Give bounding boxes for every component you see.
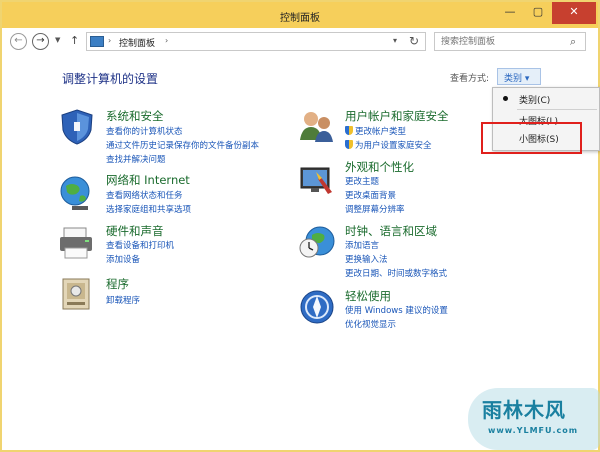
menu-separator	[517, 109, 597, 110]
address-dropdown-icon[interactable]: ▾	[393, 36, 397, 45]
uac-shield-icon	[345, 126, 353, 135]
annotation-highlight-box	[481, 122, 582, 154]
refresh-icon[interactable]: ↻	[409, 34, 419, 48]
selected-radio-dot-icon	[503, 96, 508, 101]
link-network-status[interactable]: 查看网络状态和任务	[106, 189, 183, 201]
link-file-history-backup[interactable]: 通过文件历史记录保存你的文件备份副本	[106, 139, 259, 151]
control-panel-icon	[90, 36, 104, 47]
title-bar[interactable]: 控制面板 — ▢ ✕	[2, 2, 598, 28]
category-hardware-sound[interactable]: 硬件和声音	[106, 223, 164, 239]
breadcrumb-control-panel[interactable]: 控制面板	[119, 36, 155, 49]
menu-item-category[interactable]: 类别(C)	[493, 90, 599, 108]
link-change-desktop-background[interactable]: 更改桌面背景	[345, 189, 396, 201]
view-by-label: 查看方式:	[450, 74, 490, 84]
category-ease-of-access[interactable]: 轻松使用	[345, 288, 391, 304]
category-system-security[interactable]: 系统和安全	[106, 108, 164, 124]
close-button[interactable]: ✕	[552, 2, 596, 24]
search-box[interactable]: ⌕	[434, 32, 586, 51]
link-change-account-type[interactable]: 更改帐户类型	[345, 125, 406, 137]
category-appearance[interactable]: 外观和个性化	[345, 159, 414, 175]
printer-hardware-icon[interactable]	[58, 224, 96, 262]
watermark-text: 雨林木风	[482, 398, 566, 422]
link-text[interactable]: 更改帐户类型	[355, 127, 406, 137]
link-adjust-resolution[interactable]: 调整屏幕分辨率	[345, 203, 405, 215]
breadcrumb-chevron-icon[interactable]: ›	[108, 36, 111, 45]
link-uninstall-program[interactable]: 卸载程序	[106, 294, 140, 306]
category-programs[interactable]: 程序	[106, 276, 129, 292]
uac-shield-icon	[345, 140, 353, 149]
search-icon[interactable]: ⌕	[570, 35, 576, 49]
link-view-computer-status[interactable]: 查看你的计算机状态	[106, 125, 183, 137]
link-change-theme[interactable]: 更改主题	[345, 175, 379, 187]
search-input[interactable]	[441, 35, 565, 48]
user-accounts-icon[interactable]	[298, 108, 336, 146]
ease-of-access-icon[interactable]	[298, 288, 336, 326]
category-user-accounts[interactable]: 用户帐户和家庭安全	[345, 108, 449, 124]
category-network-internet[interactable]: 网络和 Internet	[106, 172, 190, 188]
link-devices-printers[interactable]: 查看设备和打印机	[106, 239, 174, 251]
network-globe-icon[interactable]	[58, 174, 96, 212]
menu-item-label: 类别(C)	[519, 96, 551, 106]
minimize-button[interactable]: —	[496, 2, 524, 24]
system-security-icon[interactable]	[58, 108, 96, 146]
watermark-url: www.YLMFU.com	[488, 426, 579, 435]
control-panel-window: 控制面板 — ▢ ✕ ← → ▼ ↑ › 控制面板 › ▾ ↻ ⌕ 调整计算机的…	[0, 0, 600, 452]
maximize-button[interactable]: ▢	[524, 2, 552, 24]
clock-globe-icon[interactable]	[298, 223, 336, 261]
link-find-fix-problems[interactable]: 查找并解决问题	[106, 153, 166, 165]
page-title: 调整计算机的设置	[62, 72, 159, 86]
watermark-logo: 雨林木风 www.YLMFU.com	[468, 388, 600, 450]
link-homegroup-sharing[interactable]: 选择家庭组和共享选项	[106, 203, 191, 215]
recent-locations-chevron-icon[interactable]: ▼	[55, 36, 60, 44]
link-change-date-time-format[interactable]: 更改日期、时间或数字格式	[345, 267, 447, 279]
category-clock-language-region[interactable]: 时钟、语言和区域	[345, 223, 437, 239]
link-optimize-visual-display[interactable]: 优化视觉显示	[345, 318, 396, 330]
link-text[interactable]: 为用户设置家庭安全	[355, 141, 432, 151]
back-arrow-icon[interactable]: ←	[10, 33, 27, 50]
up-arrow-icon[interactable]: ↑	[70, 34, 79, 47]
link-change-input-method[interactable]: 更换输入法	[345, 253, 388, 265]
breadcrumb-chevron-icon[interactable]: ›	[165, 36, 168, 45]
forward-arrow-icon[interactable]: →	[32, 33, 49, 50]
view-by-dropdown[interactable]: 类别 ▾	[497, 68, 541, 85]
navigation-bar: ← → ▼ ↑ › 控制面板 › ▾ ↻ ⌕	[2, 28, 598, 54]
link-add-device[interactable]: 添加设备	[106, 253, 140, 265]
programs-icon[interactable]	[58, 274, 96, 312]
address-bar[interactable]: › 控制面板 › ▾ ↻	[86, 32, 426, 51]
link-add-language[interactable]: 添加语言	[345, 239, 379, 251]
appearance-personalization-icon[interactable]	[298, 162, 336, 200]
link-family-safety[interactable]: 为用户设置家庭安全	[345, 139, 432, 151]
link-recommended-settings[interactable]: 使用 Windows 建议的设置	[345, 304, 448, 316]
